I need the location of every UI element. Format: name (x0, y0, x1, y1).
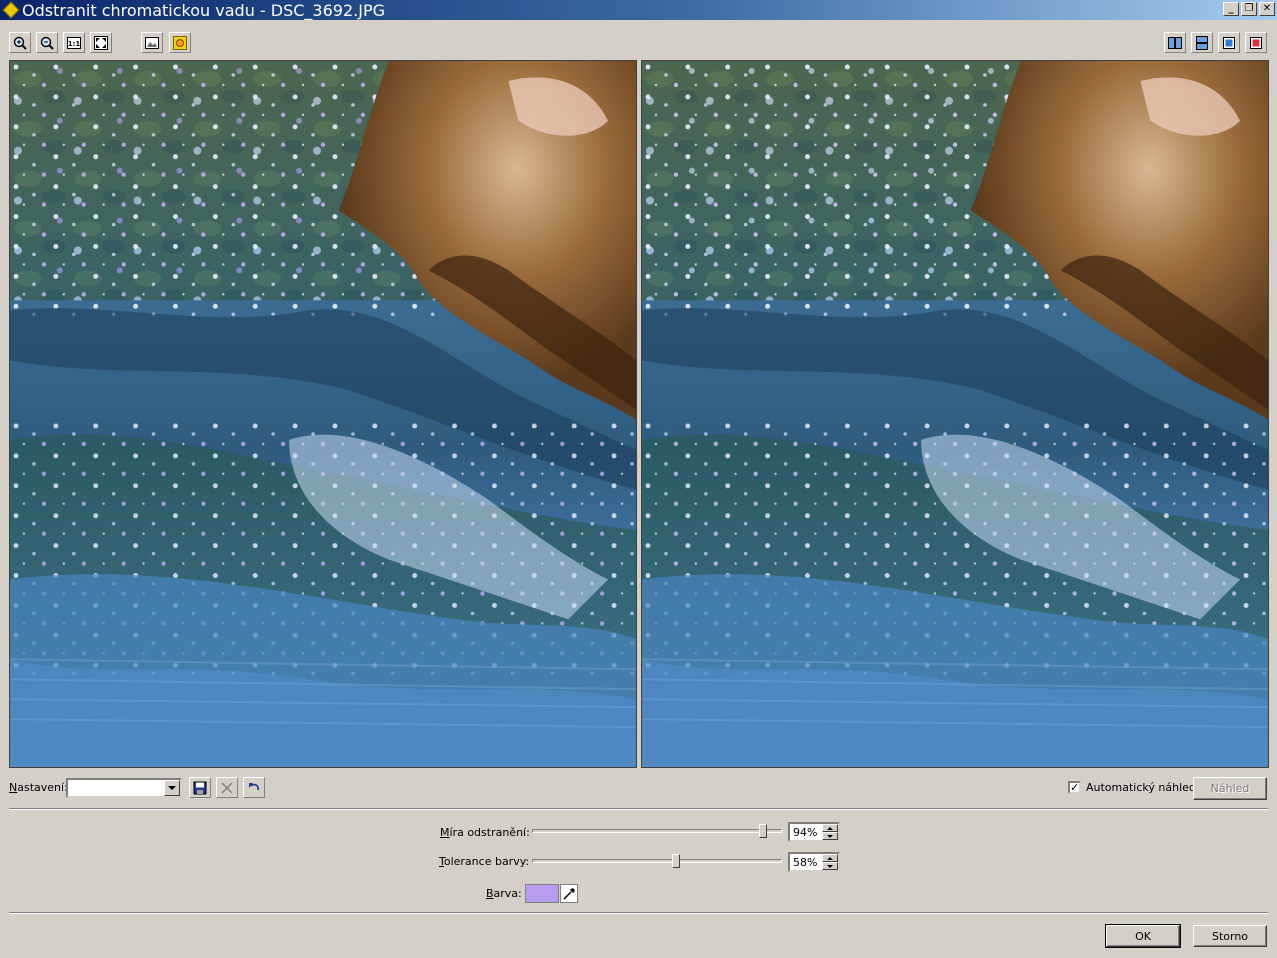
single-view-button[interactable] (1218, 32, 1240, 53)
svg-text:1:1: 1:1 (68, 40, 81, 48)
corrected-photo (642, 61, 1268, 767)
check-icon: ✓ (1070, 781, 1080, 794)
spin-down-icon[interactable] (822, 832, 838, 840)
undo-icon (249, 782, 259, 790)
original-image-button[interactable] (141, 32, 163, 53)
removal-label: Míra odstranění: (440, 826, 530, 839)
window-title: Odstranit chromatickou vadu - DSC_3692.J… (22, 0, 385, 20)
chevron-down-icon[interactable] (164, 780, 180, 796)
highlight-icon (173, 35, 187, 50)
delete-settings-button (216, 777, 238, 798)
eyedropper-icon (563, 887, 575, 900)
tolerance-slider-thumb[interactable] (672, 854, 681, 868)
app-icon (2, 2, 18, 18)
divider-bottom (9, 912, 1268, 914)
split-horizontal-button[interactable] (1191, 32, 1213, 53)
save-icon (193, 781, 207, 794)
zoom-out-icon (40, 36, 54, 50)
save-settings-button[interactable] (189, 777, 211, 798)
color-label: Barva: (486, 887, 522, 900)
removal-spinner[interactable]: 94% (788, 822, 840, 842)
fit-to-window-icon (94, 35, 108, 50)
preview-button[interactable]: Náhled (1193, 777, 1267, 800)
zoom-in-button[interactable] (9, 32, 31, 53)
spin-up-icon[interactable] (822, 854, 838, 862)
minimize-button[interactable]: _ (1223, 2, 1239, 16)
highlight-button[interactable] (169, 32, 191, 53)
compare-view-button[interactable] (1245, 32, 1267, 53)
eyedropper-button[interactable] (560, 884, 578, 903)
color-swatch[interactable] (525, 884, 559, 903)
auto-preview-label: Automatický náhled (1086, 781, 1196, 794)
cancel-button[interactable]: Storno (1193, 925, 1267, 947)
settings-label: Nastavení: (9, 781, 68, 794)
actual-size-icon: 1:1 (67, 36, 81, 49)
split-vertical-icon (1168, 36, 1182, 49)
zoom-in-icon (13, 36, 27, 50)
spin-up-icon[interactable] (822, 824, 838, 832)
close-button[interactable]: ✕ (1259, 2, 1275, 16)
spin-down-icon[interactable] (822, 862, 838, 870)
divider-top (9, 808, 1268, 810)
title-bar: Odstranit chromatickou vadu - DSC_3692.J… (0, 0, 1277, 20)
single-view-icon (1223, 36, 1235, 49)
tolerance-value: 58% (793, 856, 818, 869)
compare-view-icon (1250, 36, 1262, 49)
auto-preview-checkbox[interactable]: ✓ (1068, 781, 1081, 794)
removal-slider-track[interactable] (532, 829, 782, 833)
fit-to-window-button[interactable] (90, 32, 112, 53)
settings-combo[interactable] (66, 778, 182, 798)
original-photo (10, 61, 636, 767)
tolerance-spinner[interactable]: 58% (788, 852, 840, 872)
original-preview-panel[interactable] (9, 60, 637, 768)
ok-button[interactable]: OK (1105, 924, 1181, 948)
split-vertical-button[interactable] (1164, 32, 1186, 53)
split-horizontal-icon (1196, 35, 1208, 50)
removal-value: 94% (793, 826, 818, 839)
actual-size-button[interactable]: 1:1 (63, 32, 85, 53)
original-image-icon (145, 36, 159, 49)
delete-icon (221, 781, 233, 794)
tolerance-label: Tolerance barvy: (439, 855, 530, 868)
zoom-out-button[interactable] (36, 32, 58, 53)
maximize-button[interactable]: ❐ (1241, 2, 1257, 16)
reset-settings-button[interactable] (243, 777, 265, 798)
tolerance-slider-track[interactable] (532, 859, 782, 863)
removal-slider-thumb[interactable] (759, 824, 768, 838)
corrected-preview-panel[interactable] (641, 60, 1269, 768)
